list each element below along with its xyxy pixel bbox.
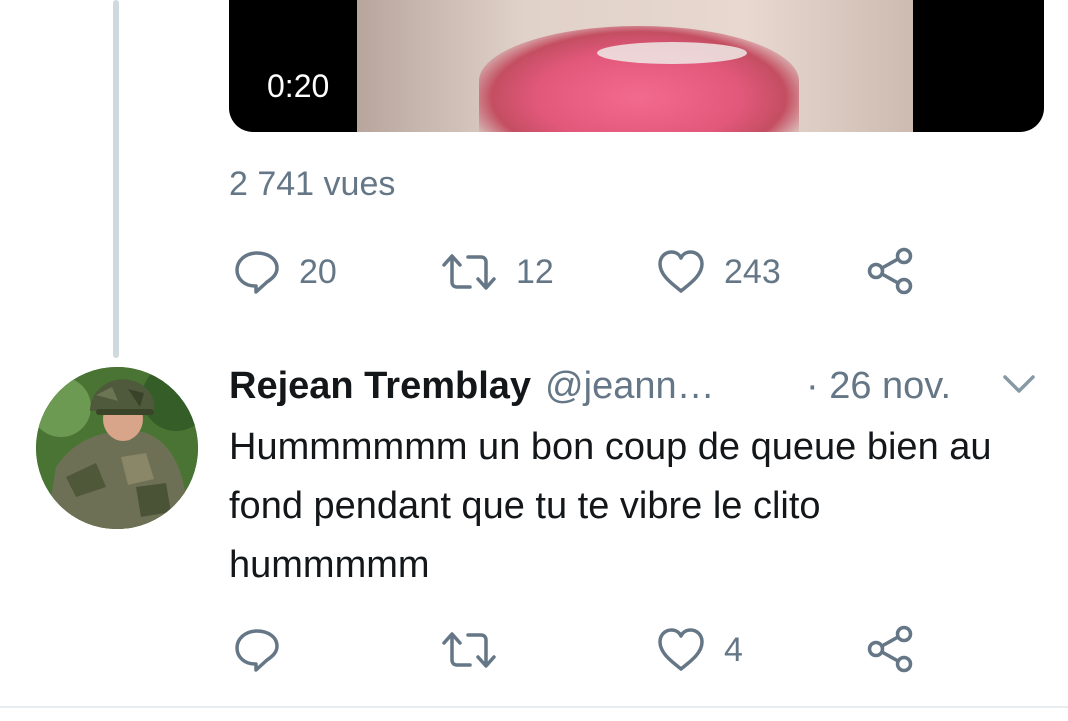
reply-count: 20 [299,252,337,291]
video-thumbnail-detail [479,26,799,132]
video-thumbnail [357,0,913,132]
avatar-photo [36,367,198,529]
share-button[interactable] [866,246,916,296]
chevron-down-icon[interactable] [1001,372,1037,396]
retweet-button[interactable]: 12 [440,248,554,296]
view-count: 2 741 vues [229,165,396,203]
reply-icon [235,629,279,672]
author-handle[interactable]: @jeann… [545,365,715,408]
like-count: 4 [724,630,743,669]
video-thumbnail-highlight [597,42,747,64]
tweet-date[interactable]: · 26 nov. [806,365,951,408]
retweet-icon [442,254,496,290]
reply-icon [235,251,279,294]
tweet-header: Rejean Tremblay @jeann… · 26 nov. [229,358,1039,414]
share-icon [867,247,913,295]
author-name[interactable]: Rejean Tremblay [229,365,531,408]
reply-button[interactable]: 20 [233,248,337,296]
like-button[interactable]: 243 [656,248,781,296]
retweet-icon [442,632,496,668]
like-icon [658,628,704,671]
retweet-count: 12 [516,252,554,291]
tweet-text: Hummmmmm un bon coup de queue bien au fo… [229,426,992,586]
retweet-button[interactable] [440,626,516,674]
like-button[interactable]: 4 [656,626,743,674]
like-icon [658,250,704,293]
share-button[interactable] [866,624,916,674]
thread-connector-line [113,0,119,358]
reply-button[interactable] [233,626,299,674]
like-count: 243 [724,252,781,291]
avatar[interactable] [36,367,198,529]
video-player[interactable]: 0:20 [229,0,1044,132]
video-duration: 0:20 [267,68,330,104]
share-icon [867,625,913,673]
tweet-divider [0,706,1068,708]
